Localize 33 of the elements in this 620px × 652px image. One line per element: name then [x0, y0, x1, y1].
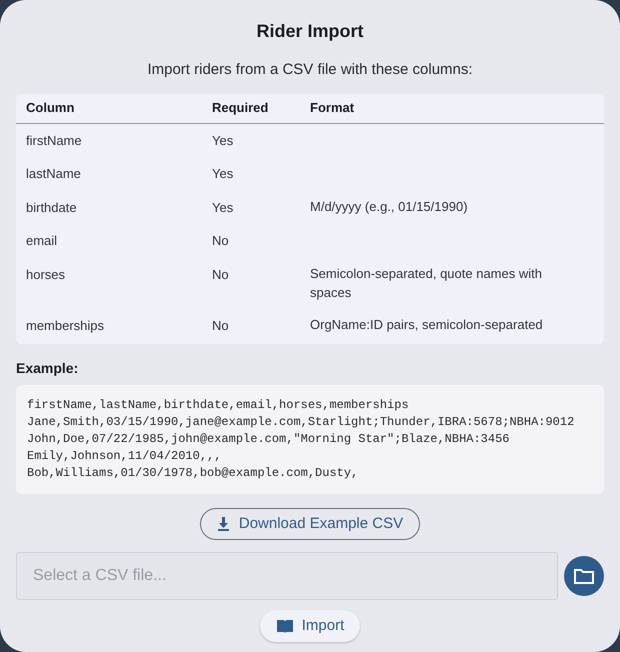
table-cell-text: Yes [212, 165, 234, 183]
table-cell-text: email [26, 232, 58, 250]
table-cell-text: horses [26, 266, 66, 284]
file-field[interactable]: Select a CSV file... [16, 552, 558, 600]
table-cell-text: birthdate [26, 198, 78, 216]
code-line: Bob,Williams,01/30/1978,bob@example.com,Dusty, [27, 465, 360, 482]
table-cell-text: firstName [26, 132, 83, 150]
table-cell-text: No [212, 266, 230, 284]
table-cell-text: No [212, 316, 230, 334]
column-header: Format [310, 99, 354, 118]
column-header: Column [26, 99, 76, 118]
table-cell-text: M/d/yyyy (e.g., 01/15/1990) [310, 198, 469, 216]
folder-icon [574, 568, 594, 584]
code-line: Jane,Smith,03/15/1990,jane@example.com,Starlight;Thunder,IBRA:5678;NBHA:9012 [27, 414, 576, 431]
code-line: firstName,lastName,birthdate,email,horses,memberships [27, 397, 410, 414]
intro-text: Import riders from a CSV file with these columns: [147, 60, 473, 80]
table-cell-text: memberships [26, 316, 106, 335]
table-cell-text: Yes [212, 132, 234, 150]
column-header: Required [212, 99, 270, 118]
table-cell-text: Semicolon-separated, quote names with spaces [310, 264, 543, 302]
table-cell-text: lastName [26, 165, 82, 183]
example-label: Example: [16, 359, 78, 378]
download-icon [216, 517, 230, 531]
folder-button[interactable] [564, 556, 604, 596]
import-button[interactable]: Import [260, 610, 360, 642]
code-line: Emily,Johnson,11/04/2010,,, [27, 448, 222, 465]
code-line: John,Doe,07/22/1985,john@example.com,"Morning Star";Blaze,NBHA:3456 [27, 431, 510, 448]
dialog-title: Rider Import [256, 20, 364, 43]
book-icon [276, 619, 294, 633]
download-button[interactable]: Download Example CSV [200, 508, 420, 540]
table-cell-text: Yes [212, 198, 234, 216]
table-cell-text: No [212, 232, 230, 250]
table-cell-text: OrgName:ID pairs, semicolon-separated [310, 316, 544, 334]
